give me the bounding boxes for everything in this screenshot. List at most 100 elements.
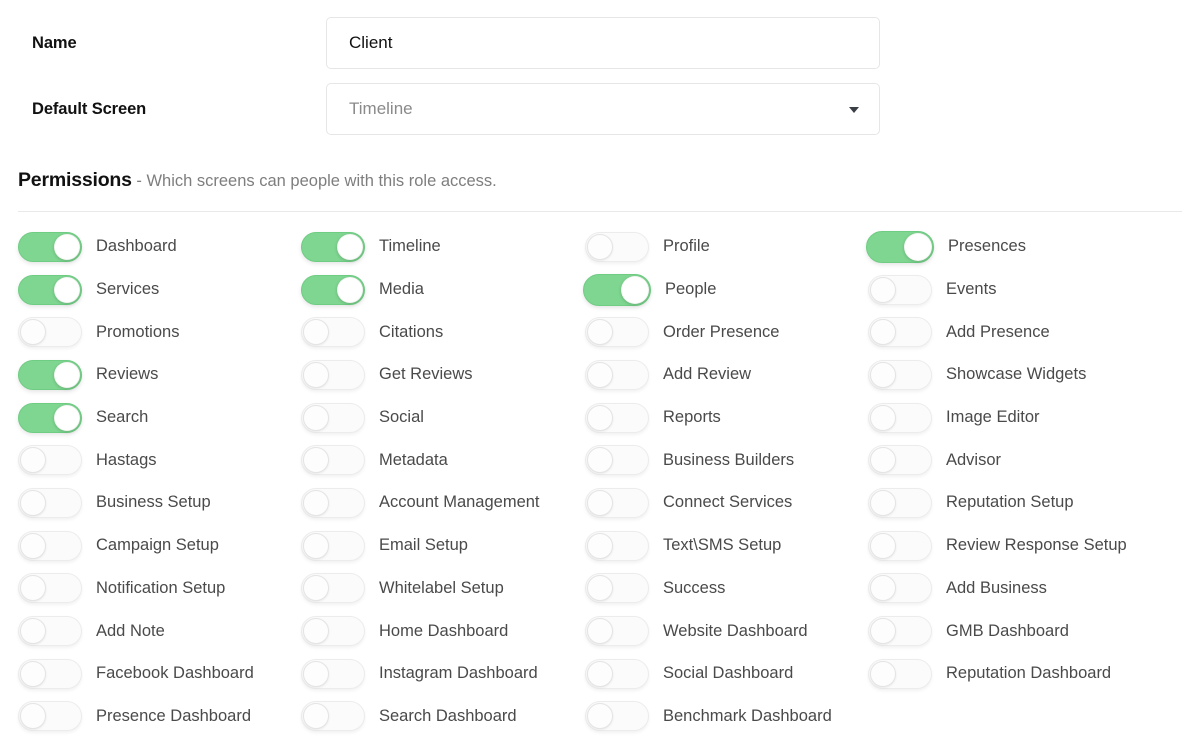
- permission-item[interactable]: Whitelabel Setup: [301, 567, 585, 610]
- permission-toggle[interactable]: [301, 573, 365, 604]
- permission-item[interactable]: Presences: [866, 226, 1182, 269]
- permission-item[interactable]: Business Setup: [18, 482, 301, 525]
- permission-item[interactable]: Citations: [301, 311, 585, 354]
- permission-toggle[interactable]: [18, 530, 82, 561]
- permission-toggle[interactable]: [301, 402, 365, 433]
- permission-toggle[interactable]: [301, 274, 365, 305]
- permission-item[interactable]: Connect Services: [585, 482, 868, 525]
- permission-item[interactable]: Promotions: [18, 311, 301, 354]
- permission-toggle[interactable]: [301, 701, 365, 732]
- permission-item[interactable]: Reputation Setup: [868, 482, 1182, 525]
- permission-toggle[interactable]: [868, 658, 932, 689]
- permission-toggle[interactable]: [301, 530, 365, 561]
- permission-toggle[interactable]: [18, 402, 82, 433]
- permission-toggle[interactable]: [583, 273, 651, 306]
- permission-toggle[interactable]: [301, 445, 365, 476]
- permission-toggle[interactable]: [866, 230, 934, 263]
- permission-toggle[interactable]: [868, 359, 932, 390]
- permission-item[interactable]: Social Dashboard: [585, 652, 868, 695]
- permission-item[interactable]: GMB Dashboard: [868, 610, 1182, 653]
- permission-item[interactable]: Notification Setup: [18, 567, 301, 610]
- permission-toggle[interactable]: [585, 616, 649, 647]
- permission-toggle[interactable]: [18, 573, 82, 604]
- permission-item[interactable]: Social: [301, 396, 585, 439]
- permission-toggle[interactable]: [18, 231, 82, 262]
- permission-item[interactable]: Benchmark Dashboard: [585, 695, 868, 738]
- permission-toggle[interactable]: [868, 317, 932, 348]
- permission-toggle[interactable]: [585, 402, 649, 433]
- permission-toggle[interactable]: [585, 317, 649, 348]
- permission-toggle[interactable]: [18, 487, 82, 518]
- toggle-knob-icon: [587, 233, 613, 260]
- permission-item[interactable]: Events: [868, 268, 1182, 311]
- permission-toggle[interactable]: [585, 701, 649, 732]
- permission-item[interactable]: Instagram Dashboard: [301, 652, 585, 695]
- permission-item[interactable]: Home Dashboard: [301, 610, 585, 653]
- permission-toggle[interactable]: [301, 658, 365, 689]
- permission-item[interactable]: Dashboard: [18, 226, 301, 269]
- permission-item[interactable]: Reviews: [18, 354, 301, 397]
- permission-toggle[interactable]: [868, 445, 932, 476]
- permission-toggle[interactable]: [868, 274, 932, 305]
- permission-item[interactable]: Reputation Dashboard: [868, 652, 1182, 695]
- permission-toggle[interactable]: [301, 231, 365, 262]
- permission-item[interactable]: Website Dashboard: [585, 610, 868, 653]
- permission-item[interactable]: Account Management: [301, 482, 585, 525]
- permission-item[interactable]: Profile: [585, 226, 868, 269]
- default-screen-label: Default Screen: [32, 99, 147, 118]
- permission-toggle[interactable]: [18, 317, 82, 348]
- permission-item[interactable]: Timeline: [301, 226, 585, 269]
- permission-item[interactable]: Metadata: [301, 439, 585, 482]
- permission-item[interactable]: Business Builders: [585, 439, 868, 482]
- permission-item[interactable]: Add Note: [18, 610, 301, 653]
- permission-item[interactable]: Search Dashboard: [301, 695, 585, 738]
- permission-item[interactable]: Services: [18, 268, 301, 311]
- permission-item[interactable]: Search: [18, 396, 301, 439]
- name-input[interactable]: Client: [326, 17, 880, 69]
- permission-item[interactable]: Success: [585, 567, 868, 610]
- permission-toggle[interactable]: [18, 274, 82, 305]
- permission-toggle[interactable]: [585, 359, 649, 390]
- permission-item[interactable]: Text\SMS Setup: [585, 524, 868, 567]
- default-screen-select[interactable]: Timeline: [326, 83, 880, 135]
- permission-toggle[interactable]: [868, 487, 932, 518]
- permission-item[interactable]: Reports: [585, 396, 868, 439]
- permission-item[interactable]: Add Presence: [868, 311, 1182, 354]
- permission-toggle[interactable]: [18, 658, 82, 689]
- permission-toggle[interactable]: [301, 616, 365, 647]
- permission-item[interactable]: Image Editor: [868, 396, 1182, 439]
- permission-toggle[interactable]: [868, 573, 932, 604]
- permission-toggle[interactable]: [18, 616, 82, 647]
- permission-item[interactable]: Advisor: [868, 439, 1182, 482]
- permission-toggle[interactable]: [868, 530, 932, 561]
- permission-item[interactable]: Presence Dashboard: [18, 695, 301, 738]
- permission-item[interactable]: Review Response Setup: [868, 524, 1182, 567]
- permission-toggle[interactable]: [868, 402, 932, 433]
- permission-toggle[interactable]: [18, 359, 82, 390]
- permission-item[interactable]: Get Reviews: [301, 354, 585, 397]
- permission-toggle[interactable]: [585, 445, 649, 476]
- permission-toggle[interactable]: [585, 658, 649, 689]
- permission-item[interactable]: Hastags: [18, 439, 301, 482]
- permission-item[interactable]: Email Setup: [301, 524, 585, 567]
- permission-toggle[interactable]: [585, 573, 649, 604]
- permission-toggle[interactable]: [585, 530, 649, 561]
- permission-toggle[interactable]: [301, 317, 365, 348]
- permission-toggle[interactable]: [18, 701, 82, 732]
- permission-toggle[interactable]: [18, 445, 82, 476]
- permission-item[interactable]: Add Business: [868, 567, 1182, 610]
- permission-item[interactable]: Add Review: [585, 354, 868, 397]
- permission-toggle[interactable]: [585, 487, 649, 518]
- toggle-knob-icon: [587, 660, 613, 687]
- permission-toggle[interactable]: [301, 487, 365, 518]
- permission-label: Text\SMS Setup: [663, 536, 782, 555]
- permission-item[interactable]: People: [583, 268, 868, 311]
- permission-toggle[interactable]: [868, 616, 932, 647]
- permission-toggle[interactable]: [585, 231, 649, 262]
- permission-toggle[interactable]: [301, 359, 365, 390]
- permission-item[interactable]: Order Presence: [585, 311, 868, 354]
- permission-item[interactable]: Media: [301, 268, 585, 311]
- permission-item[interactable]: Facebook Dashboard: [18, 652, 301, 695]
- permission-item[interactable]: Campaign Setup: [18, 524, 301, 567]
- permission-item[interactable]: Showcase Widgets: [868, 354, 1182, 397]
